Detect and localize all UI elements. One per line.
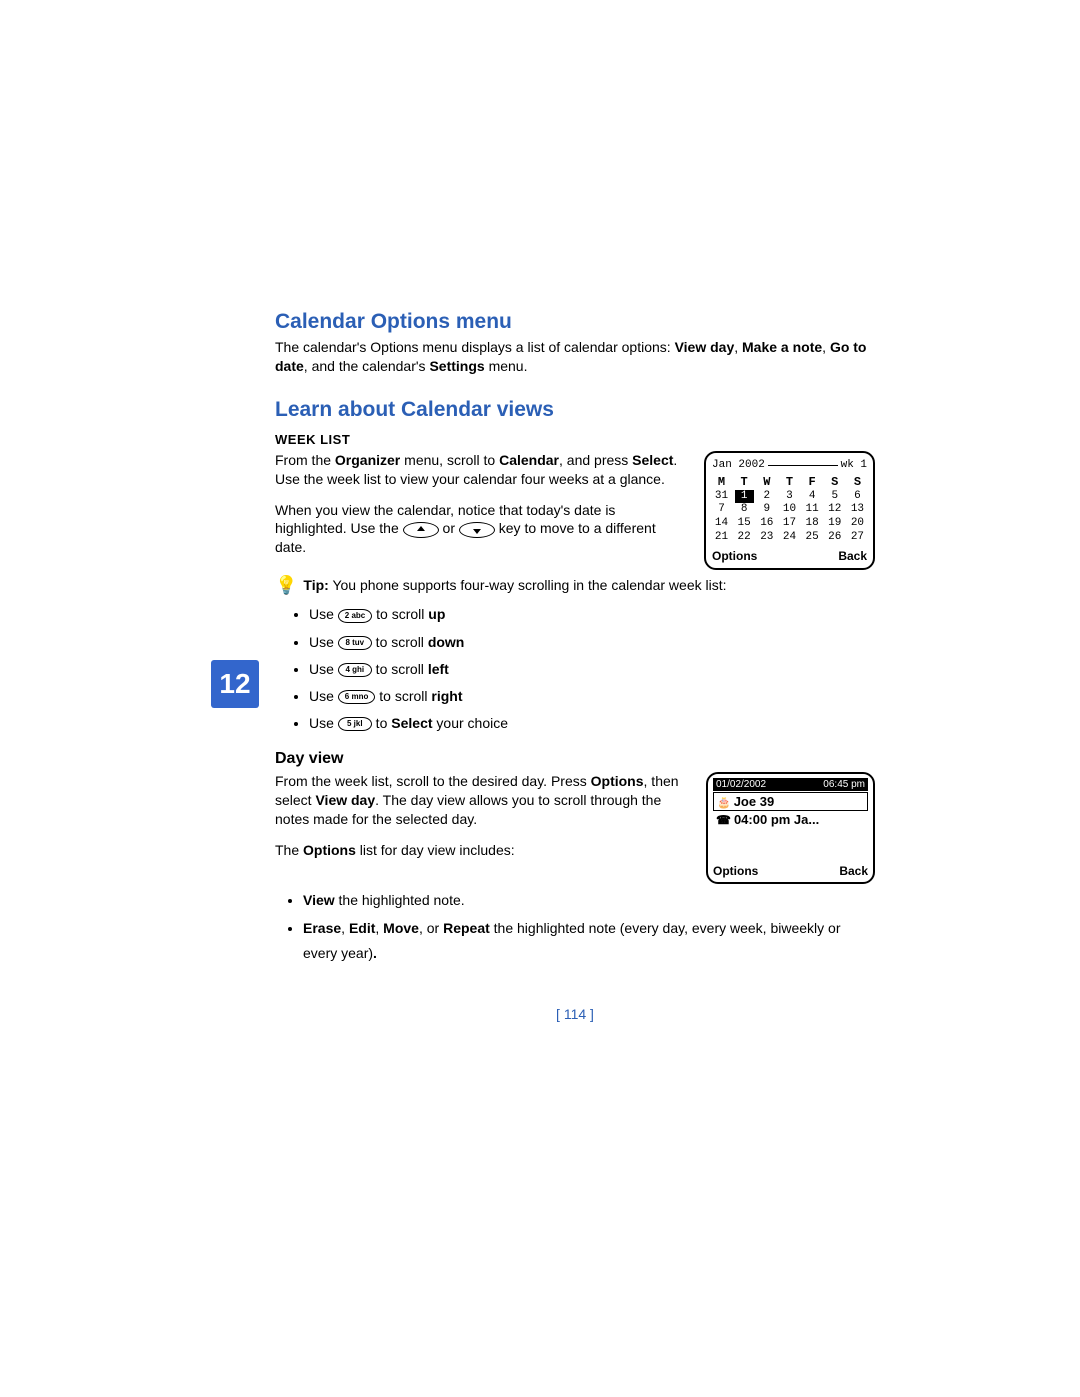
list-item: Use 8 tuv to scroll down: [309, 630, 875, 655]
screen-time: 06:45 pm: [823, 779, 865, 790]
cal-row: 31123456: [712, 490, 867, 504]
key-8-icon: 8 tuv: [338, 636, 372, 650]
down-key-icon: [459, 522, 495, 538]
scroll-list: Use 2 abc to scroll up Use 8 tuv to scro…: [275, 602, 875, 736]
list-item: Use 2 abc to scroll up: [309, 602, 875, 627]
week-list-p1: From the Organizer menu, scroll to Calen…: [275, 451, 688, 489]
dayview-options-list: View the highlighted note. Erase, Edit, …: [275, 888, 875, 966]
day-view-p2: The Options list for day view includes:: [275, 841, 690, 860]
cal-row: 14151617181920: [712, 517, 867, 531]
phone-icon: [716, 812, 731, 827]
cal-row: 78910111213: [712, 503, 867, 517]
list-item: Use 6 mno to scroll right: [309, 684, 875, 709]
options-menu-desc: The calendar's Options menu displays a l…: [275, 338, 875, 376]
manual-page: 12 Calendar Options menu The calendar's …: [275, 310, 875, 1022]
screen-date: 01/02/2002: [716, 779, 766, 790]
up-key-icon: [403, 522, 439, 538]
page-number: [ 114 ]: [275, 1006, 875, 1022]
key-5-icon: 5 jkl: [338, 717, 372, 731]
screen-week: wk 1: [841, 459, 867, 473]
subhead-day-view: Day view: [275, 750, 875, 768]
list-item: View the highlighted note.: [303, 888, 875, 913]
tip-row: 💡 Tip: You phone supports four-way scrol…: [275, 576, 875, 595]
softkey-back: Back: [839, 864, 868, 878]
day-view-p1: From the week list, scroll to the desire…: [275, 772, 690, 829]
key-4-icon: 4 ghi: [338, 663, 372, 677]
cal-row: 21222324252627: [712, 531, 867, 545]
key-6-icon: 6 mno: [338, 690, 376, 704]
key-2-icon: 2 abc: [338, 609, 372, 623]
day-view-screen: 01/02/2002 06:45 pm Joe 39 04:00 pm Ja..…: [706, 772, 875, 884]
chapter-tab: 12: [211, 660, 259, 708]
softkey-back: Back: [838, 549, 867, 564]
week-list-p2: When you view the calendar, notice that …: [275, 501, 688, 558]
list-item: Use 5 jkl to Select your choice: [309, 711, 875, 736]
heading-calendar-views: Learn about Calendar views: [275, 398, 875, 422]
subhead-week-list: WEEK LIST: [275, 432, 875, 447]
list-item: Use 4 ghi to scroll left: [309, 657, 875, 682]
softkey-options: Options: [712, 549, 757, 564]
lightbulb-icon: 💡: [275, 576, 297, 594]
day-entry-1: Joe 39: [734, 794, 774, 809]
screen-dow: MTWTFSS: [712, 475, 867, 490]
heading-options-menu: Calendar Options menu: [275, 310, 875, 334]
day-entry-2: 04:00 pm Ja...: [734, 812, 819, 827]
list-item: Erase, Edit, Move, or Repeat the highlig…: [303, 916, 875, 966]
screen-month: Jan 2002: [712, 459, 765, 473]
week-list-screen: Jan 2002 wk 1 MTWTFSS 31123456 789101112…: [704, 451, 875, 570]
softkey-options: Options: [713, 864, 758, 878]
birthday-icon: [717, 794, 731, 809]
